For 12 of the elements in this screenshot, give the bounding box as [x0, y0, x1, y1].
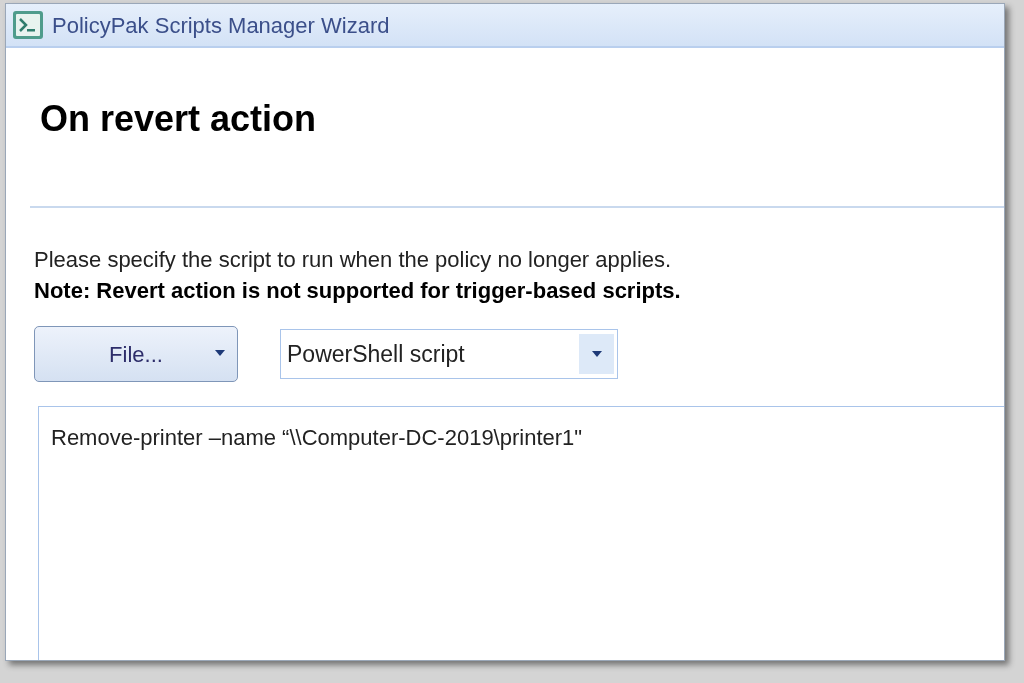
terminal-icon [12, 10, 44, 40]
page-heading: On revert action [40, 97, 318, 141]
caret-icon [215, 350, 225, 356]
script-type-dropdown[interactable]: PowerShell script [280, 329, 618, 379]
script-editor[interactable]: Remove-printer –name “\\Computer-DC-2019\printer1" [38, 406, 1004, 660]
file-button[interactable]: File... [34, 326, 238, 382]
caret-icon [591, 351, 602, 357]
script-text: Remove-printer –name “\\Computer-DC-2019\printer1" [51, 425, 583, 450]
window-title: PolicyPak Scripts Manager Wizard [52, 11, 390, 40]
description-text: Please specify the script to run when the policy no longer applies. [34, 246, 673, 274]
dropdown-arrow-button[interactable] [579, 334, 614, 374]
note-text: Note: Revert action is not supported for trigger-based scripts. [34, 277, 682, 305]
